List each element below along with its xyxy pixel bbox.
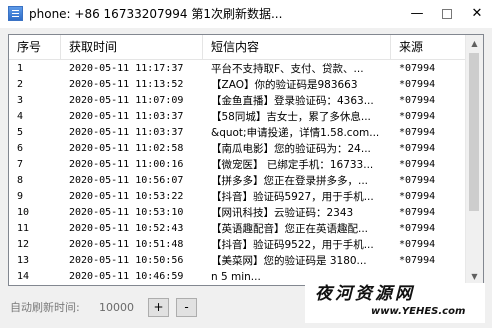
row-index: 4 <box>17 111 24 122</box>
table-row[interactable]: 2 2020-05-11 11:13:52 【ZAO】你的验证码是983663 *07… <box>9 77 467 93</box>
row-index: 9 <box>17 191 24 202</box>
app-icon <box>8 6 23 21</box>
header-index[interactable]: 序号 <box>9 35 61 59</box>
table-row[interactable]: 8 2020-05-11 10:56:07 【拼多多】您正在登录拼多多，... *07… <box>9 173 467 189</box>
row-index: 3 <box>17 95 24 106</box>
table-row[interactable]: 5 2020-05-11 11:03:37 &quot;申请投递，详情1.58.co… <box>9 125 467 141</box>
row-index: 5 <box>17 127 24 138</box>
table-row[interactable]: 1 2020-05-11 11:17:37 平台不支持取F、支付、贷款、... *07… <box>9 61 467 77</box>
row-content: 【抖音】验证码5927，用于手机... <box>211 191 374 203</box>
row-content: 【58同城】吉女士，累了多休息... <box>211 111 371 123</box>
row-source: *07994 <box>399 255 436 266</box>
row-index: 14 <box>17 271 30 282</box>
table-row[interactable]: 7 2020-05-11 11:00:16 【微宠医】 已绑定手机：16733...… <box>9 157 467 173</box>
app-window: phone: +86 16733207994 第1次刷新数据... — ✕ 序号… <box>0 0 492 328</box>
table-row[interactable]: 12 2020-05-11 10:51:48 【抖音】验证码9522，用于手机...… <box>9 237 467 253</box>
list-rows: 1 2020-05-11 11:17:37 平台不支持取F、支付、贷款、... *07… <box>9 61 467 285</box>
row-time: 2020-05-11 10:46:59 <box>69 271 184 282</box>
minimize-button[interactable]: — <box>402 0 432 28</box>
increase-button[interactable]: + <box>148 298 169 317</box>
row-index: 13 <box>17 255 30 266</box>
row-source: *07994 <box>399 223 436 234</box>
vertical-scrollbar[interactable]: ▲ ▼ <box>465 35 483 285</box>
row-index: 11 <box>17 223 30 234</box>
row-content: &quot;申请投递，详情1.58.com... <box>211 127 380 139</box>
row-time: 2020-05-11 11:00:16 <box>69 159 184 170</box>
header-time[interactable]: 获取时间 <box>61 35 203 59</box>
table-row[interactable]: 9 2020-05-11 10:53:22 【抖音】验证码5927，用于手机... *… <box>9 189 467 205</box>
row-index: 10 <box>17 207 30 218</box>
row-source: *07994 <box>399 95 436 106</box>
close-button[interactable]: ✕ <box>462 0 492 28</box>
row-time: 2020-05-11 10:56:07 <box>69 175 184 186</box>
watermark-title: 夜河资源网 <box>315 284 415 304</box>
row-index: 1 <box>17 63 24 74</box>
table-row[interactable]: 13 2020-05-11 10:50:56 【美菜网】您的验证码是 3180...… <box>9 253 467 269</box>
row-content: 平台不支持取F、支付、贷款、... <box>211 63 364 75</box>
row-time: 2020-05-11 11:02:58 <box>69 143 184 154</box>
list-header: 序号 获取时间 短信内容 来源 <box>9 35 467 60</box>
row-content: 【美菜网】您的验证码是 3180... <box>211 255 367 267</box>
row-index: 12 <box>17 239 30 250</box>
row-time: 2020-05-11 11:13:52 <box>69 79 184 90</box>
row-source: *07994 <box>399 143 436 154</box>
window-title: phone: +86 16733207994 第1次刷新数据... <box>29 7 283 21</box>
row-content: 【微宠医】 已绑定手机：16733... <box>211 159 374 171</box>
row-time: 2020-05-11 11:03:37 <box>69 111 184 122</box>
row-index: 7 <box>17 159 24 170</box>
row-content: 【金鱼直播】登录验证码：4363... <box>211 95 374 107</box>
row-index: 2 <box>17 79 24 90</box>
scroll-up-icon[interactable]: ▲ <box>466 35 483 52</box>
scroll-thumb[interactable] <box>469 53 479 211</box>
refresh-interval-label: 自动刷新时间: <box>10 301 80 314</box>
sms-list[interactable]: 序号 获取时间 短信内容 来源 1 2020-05-11 11:17:37 平台不支… <box>8 34 484 286</box>
row-source: *07994 <box>399 159 436 170</box>
row-content: 【ZAO】你的验证码是983663 <box>211 79 358 91</box>
row-content: 【英语趣配音】您正在英语趣配... <box>211 223 369 235</box>
row-time: 2020-05-11 11:07:09 <box>69 95 184 106</box>
row-index: 6 <box>17 143 24 154</box>
row-source: *07994 <box>399 127 436 138</box>
row-time: 2020-05-11 10:50:56 <box>69 255 184 266</box>
watermark: 夜河资源网 www.YEHES.com <box>305 283 485 323</box>
refresh-interval-value[interactable]: 10000 <box>99 300 134 316</box>
row-time: 2020-05-11 11:17:37 <box>69 63 184 74</box>
row-source: *07994 <box>399 207 436 218</box>
row-source: *07994 <box>399 239 436 250</box>
maximize-button[interactable] <box>432 0 462 28</box>
header-source[interactable]: 来源 <box>391 35 467 59</box>
table-row[interactable]: 3 2020-05-11 11:07:09 【金鱼直播】登录验证码：4363... *… <box>9 93 467 109</box>
watermark-url: www.YEHES.com <box>371 306 466 317</box>
maximize-icon <box>442 9 452 19</box>
row-time: 2020-05-11 11:03:37 <box>69 127 184 138</box>
row-source: *07994 <box>399 63 436 74</box>
row-index: 8 <box>17 175 24 186</box>
table-row[interactable]: 11 2020-05-11 10:52:43 【英语趣配音】您正在英语趣配... *0… <box>9 221 467 237</box>
row-content: 【拼多多】您正在登录拼多多，... <box>211 175 369 187</box>
table-row[interactable]: 10 2020-05-11 10:53:10 【网讯科技】云验证码：2343 *079… <box>9 205 467 221</box>
header-content[interactable]: 短信内容 <box>203 35 391 59</box>
row-time: 2020-05-11 10:53:10 <box>69 207 184 218</box>
decrease-button[interactable]: - <box>176 298 197 317</box>
row-source: *07994 <box>399 79 436 90</box>
row-time: 2020-05-11 10:53:22 <box>69 191 184 202</box>
row-time: 2020-05-11 10:52:43 <box>69 223 184 234</box>
table-row[interactable]: 4 2020-05-11 11:03:37 【58同城】吉女士，累了多休息... *0… <box>9 109 467 125</box>
row-content: 【抖音】验证码9522，用于手机... <box>211 239 374 251</box>
table-row[interactable]: 6 2020-05-11 11:02:58 【南瓜电影】您的验证码为：24... *0… <box>9 141 467 157</box>
title-bar: phone: +86 16733207994 第1次刷新数据... — ✕ <box>0 0 492 28</box>
row-time: 2020-05-11 10:51:48 <box>69 239 184 250</box>
row-source: *07994 <box>399 191 436 202</box>
row-content: 【南瓜电影】您的验证码为：24... <box>211 143 371 155</box>
row-source: *07994 <box>399 175 436 186</box>
row-source: *07994 <box>399 111 436 122</box>
row-content: 【网讯科技】云验证码：2343 <box>211 207 354 219</box>
